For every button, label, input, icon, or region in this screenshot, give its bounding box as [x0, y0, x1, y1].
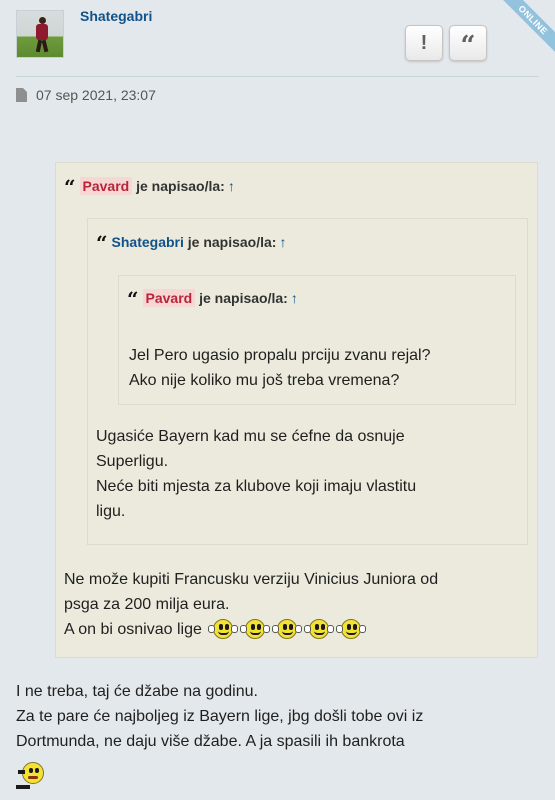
quote-middle-suffix: je napisao/la: [187, 234, 277, 250]
post-date-text: 07 sep 2021, 23:07 [36, 87, 156, 103]
quote-inner-text: Jel Pero ugasio propalu prciju zvanu rej… [129, 343, 431, 393]
clapping-smiley-icon [304, 618, 335, 640]
post-header: Shategabri ! “ ONLINE [0, 0, 555, 75]
post-body-line: Za te pare će najboljeg iz Bayern lige, … [16, 708, 424, 725]
quote-middle-line: Superligu. [96, 453, 169, 470]
post-date: 07 sep 2021, 23:07 [16, 87, 156, 103]
quote-middle-jump-icon[interactable]: ↑ [279, 234, 286, 250]
smiley-icon [16, 760, 46, 792]
clapping-smiley-icon [208, 618, 239, 640]
quote-middle-line: ligu. [96, 503, 126, 520]
quote-mark-icon: “ [127, 287, 139, 311]
clapping-smiley-icon [240, 618, 271, 640]
quote-outer-text: Ne može kupiti Francusku verziju Viniciu… [64, 567, 438, 648]
quote-button[interactable]: “ [449, 25, 487, 61]
quote-icon: “ [460, 31, 476, 61]
quote-outer-jump-icon[interactable]: ↑ [228, 178, 235, 194]
report-button[interactable]: ! [405, 25, 443, 61]
quote-inner-citation: “Pavard je napisao/la: ↑ [127, 287, 298, 311]
clapping-smiley-icon [272, 618, 303, 640]
divider [16, 76, 539, 77]
quote-middle-line: Neće biti mjesta za klubove koji imaju v… [96, 478, 417, 495]
quote-middle-citation: “Shategabri je napisao/la: ↑ [96, 231, 286, 255]
quote-inner: “Pavard je napisao/la: ↑ Jel Pero ugasio … [118, 275, 516, 405]
quote-middle-author[interactable]: Shategabri [112, 234, 184, 250]
quote-middle-text: Ugasiće Bayern kad mu se ćefne da osnuje… [96, 424, 416, 524]
post-body: I ne treba, taj će džabe na godinu. Za t… [16, 679, 423, 754]
quote-middle-line: Ugasiće Bayern kad mu se ćefne da osnuje [96, 428, 405, 445]
post-body-line: Dortmunda, ne daju više džabe. A ja spas… [16, 733, 405, 750]
quote-inner-line: Jel Pero ugasio propalu prciju zvanu rej… [129, 347, 431, 364]
quote-inner-line: Ako nije koliko mu još treba vremena? [129, 372, 400, 389]
post-body-line: I ne treba, taj će džabe na godinu. [16, 683, 258, 700]
quote-outer-suffix: je napisao/la: [136, 178, 225, 194]
quote-outer-author[interactable]: Pavard [79, 177, 133, 195]
quote-inner-author[interactable]: Pavard [142, 289, 196, 307]
document-icon [16, 88, 27, 102]
quote-outer-line: psga za 200 milja eura. [64, 596, 230, 613]
quote-outer-line: A on bi osnivao lige [64, 617, 438, 648]
username-link[interactable]: Shategabri [80, 8, 152, 24]
quote-inner-suffix: je napisao/la: [199, 290, 288, 306]
avatar[interactable] [16, 10, 64, 58]
quote-outer-line: Ne može kupiti Francusku verziju Viniciu… [64, 571, 439, 588]
smilies-row [206, 618, 367, 648]
clapping-smiley-icon [336, 618, 367, 640]
online-badge: ONLINE [497, 0, 555, 58]
quote-outer-line-text: A on bi osnivao lige [64, 621, 202, 638]
quote-outer-citation: “Pavard je napisao/la: ↑ [64, 175, 235, 199]
quote-mark-icon: “ [96, 231, 108, 255]
exclamation-icon: ! [420, 32, 428, 54]
online-badge-label: ONLINE [499, 0, 555, 54]
quote-inner-jump-icon[interactable]: ↑ [291, 290, 298, 306]
quote-mark-icon: “ [64, 175, 76, 199]
